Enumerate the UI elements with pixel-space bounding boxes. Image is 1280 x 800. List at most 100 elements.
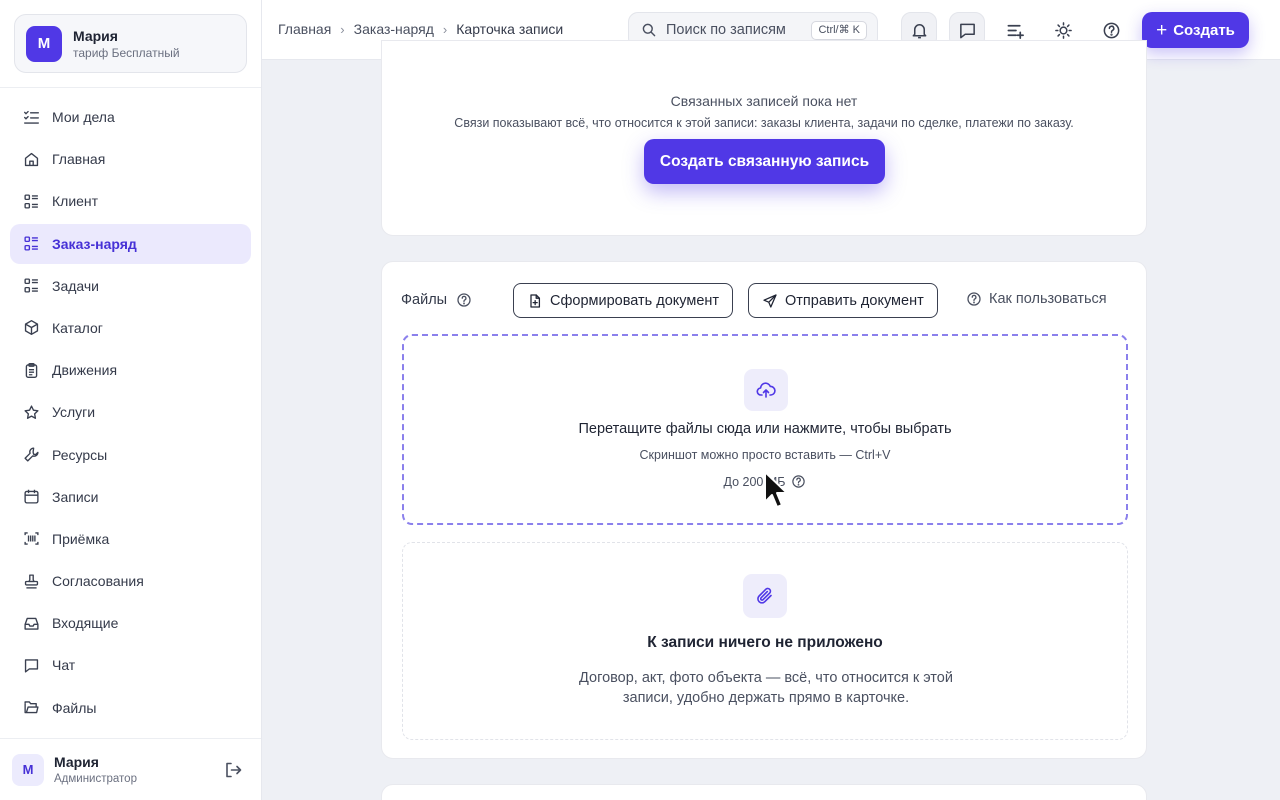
search-shortcut: Ctrl/⌘ K xyxy=(811,21,867,40)
sidebar-item-label: Каталог xyxy=(52,319,103,336)
breadcrumb-current: Карточка записи xyxy=(456,21,564,37)
related-empty-description: Связи показывают всё, что относится к эт… xyxy=(454,116,1074,130)
related-records-card: Связанных записей пока нет Связи показыв… xyxy=(381,40,1147,236)
paperclip-icon xyxy=(743,574,787,618)
sidebar-item-label: Клиент xyxy=(52,193,99,210)
send-document-button[interactable]: Отправить документ xyxy=(748,283,938,318)
message-icon xyxy=(959,23,975,38)
sidebar-item-label: Согласования xyxy=(52,573,144,590)
search-icon xyxy=(642,23,656,37)
box-icon xyxy=(22,319,40,337)
workspace-switcher[interactable]: М Мария тариф Бесплатный xyxy=(14,14,247,73)
empty-state-title: К записи ничего не приложено xyxy=(647,634,883,651)
sidebar-item-approvals[interactable]: Согласования xyxy=(10,561,251,601)
wrench-icon xyxy=(22,446,40,464)
files-card: Файлы Сформировать документ Отправить до… xyxy=(381,261,1147,759)
size-limit-label: До 200 МБ xyxy=(723,474,786,489)
empty-state-description: Договор, акт, фото объекта — всё, что от… xyxy=(579,670,953,706)
files-title: Файлы xyxy=(401,292,448,308)
sidebar-divider xyxy=(0,87,261,88)
create-button[interactable]: + Создать xyxy=(1142,12,1249,48)
sidebar-item-records[interactable]: Записи xyxy=(10,477,251,517)
breadcrumb-section[interactable]: Заказ-наряд xyxy=(354,21,434,37)
sidebar-item-services[interactable]: Услуги xyxy=(10,392,251,432)
sidebar-item-reception[interactable]: Приёмка xyxy=(10,519,251,559)
calendar-icon xyxy=(22,488,40,506)
generate-document-label: Сформировать документ xyxy=(550,292,720,309)
sidebar-item-catalog[interactable]: Каталог xyxy=(10,308,251,348)
sidebar-item-inbox[interactable]: Входящие xyxy=(10,603,251,643)
clipboard-icon xyxy=(22,361,40,379)
sidebar-item-label: Мои дела xyxy=(52,109,115,125)
checklist-icon xyxy=(22,108,40,126)
file-dropzone[interactable]: Перетащите файлы сюда или нажмите, чтобы… xyxy=(402,334,1128,525)
breadcrumb: Главная › Заказ-наряд › Карточка записи xyxy=(278,21,563,37)
create-related-record-button[interactable]: Создать связанную запись xyxy=(644,139,885,184)
help-icon[interactable] xyxy=(456,292,472,308)
workspace-user-name: Мария xyxy=(73,27,118,44)
help-icon[interactable] xyxy=(791,474,806,489)
how-to-use-label: Как пользоваться xyxy=(989,291,1107,307)
list-add-icon xyxy=(1007,24,1024,39)
how-to-use-link[interactable]: Как пользоваться xyxy=(966,291,1107,307)
avatar: М xyxy=(12,753,44,786)
sidebar-item-chat[interactable]: Чат xyxy=(10,645,251,685)
list-icon xyxy=(22,192,40,210)
send-document-label: Отправить документ xyxy=(785,292,924,309)
sidebar-item-label: Файлы xyxy=(52,699,97,716)
sidebar-item-label: Главная xyxy=(52,151,106,168)
plus-icon: + xyxy=(1156,19,1168,41)
dropzone-title: Перетащите файлы сюда или нажмите, чтобы… xyxy=(578,421,952,437)
scan-icon xyxy=(22,530,40,548)
dropzone-paste-hint: Скриншот можно просто вставить — Ctrl+V xyxy=(639,448,891,462)
help-icon xyxy=(967,292,981,306)
help-icon xyxy=(1103,22,1119,38)
upload-cloud-icon xyxy=(744,369,788,411)
sidebar-item-label: Входящие xyxy=(52,615,119,632)
sun-icon xyxy=(1054,21,1072,39)
sidebar-item-label: Чат xyxy=(52,657,76,674)
sidebar-user-panel: М Мария Администратор xyxy=(0,738,261,800)
attachments-empty-state: К записи ничего не приложено Договор, ак… xyxy=(402,542,1128,740)
list-icon xyxy=(22,277,40,295)
sidebar-item-client[interactable]: Клиент xyxy=(10,181,251,221)
user-name: Мария xyxy=(54,754,99,770)
generate-document-button[interactable]: Сформировать документ xyxy=(513,283,734,318)
sidebar-item-label: Услуги xyxy=(52,404,96,421)
sidebar-item-home[interactable]: Главная xyxy=(10,139,251,179)
stamp-icon xyxy=(22,572,40,590)
sidebar-nav: Мои дела Главная Клиент Заказ-наряд Зада… xyxy=(10,97,251,730)
next-section-card xyxy=(381,784,1147,800)
chat-icon xyxy=(22,656,40,674)
sidebar-item-tasks[interactable]: Задачи xyxy=(10,266,251,306)
workspace-avatar: М xyxy=(26,25,62,62)
files-section-header: Файлы xyxy=(401,292,472,308)
sidebar-item-movements[interactable]: Движения xyxy=(10,350,251,390)
send-icon xyxy=(763,293,777,308)
sidebar: М Мария тариф Бесплатный Мои дела Главна… xyxy=(0,0,262,800)
inbox-icon xyxy=(22,614,40,632)
chevron-right-icon: › xyxy=(340,21,345,37)
file-plus-icon xyxy=(530,293,541,308)
bell-icon xyxy=(912,23,926,38)
logout-icon[interactable] xyxy=(223,760,243,780)
dropzone-size-limit: До 200 МБ xyxy=(404,474,1126,489)
folder-icon xyxy=(22,699,40,717)
workspace-plan: тариф Бесплатный xyxy=(73,45,180,60)
sidebar-item-label: Заказ-наряд xyxy=(52,235,137,252)
create-button-label: Создать xyxy=(1173,21,1235,39)
chevron-right-icon: › xyxy=(442,21,448,37)
sidebar-item-label: Движения xyxy=(52,362,118,379)
user-role: Администратор xyxy=(54,773,137,785)
sidebar-item-my-tasks[interactable]: Мои дела xyxy=(10,97,251,137)
sidebar-item-label: Ресурсы xyxy=(52,446,108,463)
search-placeholder: Поиск по записям xyxy=(666,22,786,38)
star-icon xyxy=(22,403,40,421)
sidebar-item-resources[interactable]: Ресурсы xyxy=(10,435,251,475)
sidebar-item-files[interactable]: Файлы xyxy=(10,688,251,728)
sidebar-item-label: Задачи xyxy=(52,277,100,294)
sidebar-item-label: Записи xyxy=(52,488,99,505)
breadcrumb-home[interactable]: Главная xyxy=(278,21,331,37)
sidebar-item-work-order[interactable]: Заказ-наряд xyxy=(10,223,251,264)
list-icon xyxy=(22,235,40,253)
